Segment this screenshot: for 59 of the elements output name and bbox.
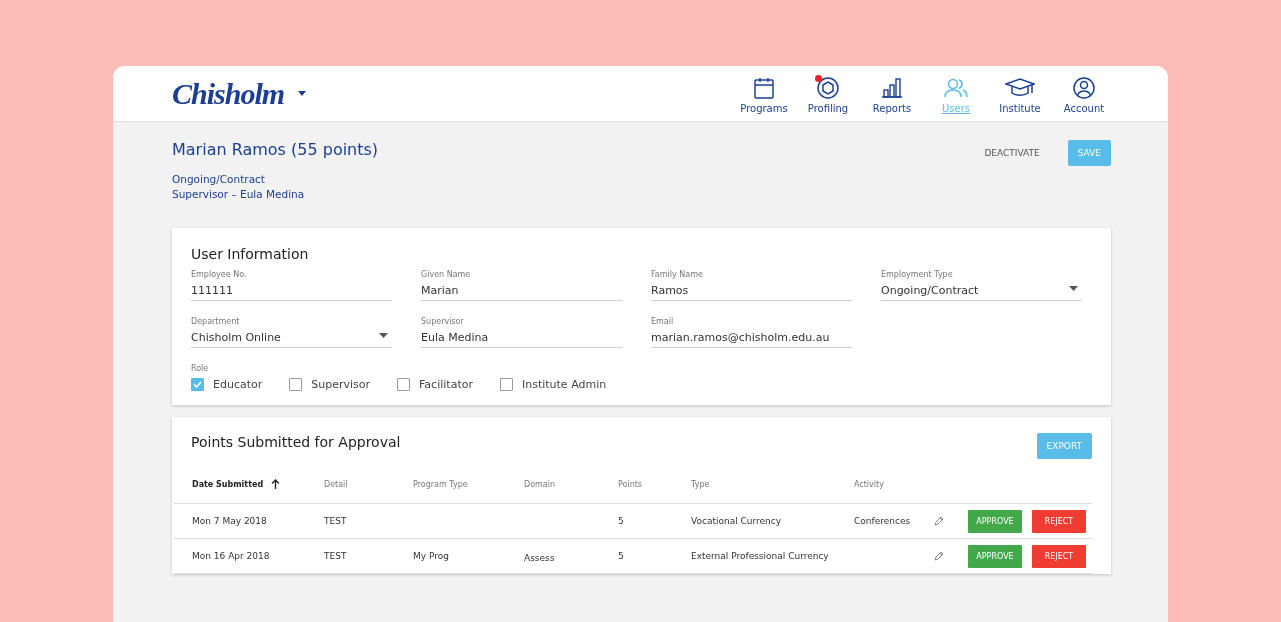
column-header[interactable]: Points bbox=[618, 479, 643, 489]
dropdown-arrow-icon bbox=[379, 333, 388, 338]
role-checkbox[interactable]: Institute Admin bbox=[499, 378, 607, 391]
sort-arrow-icon[interactable] bbox=[271, 479, 281, 489]
nav-item[interactable]: Account bbox=[1052, 73, 1116, 114]
form-field[interactable]: Employee No. 111111 bbox=[191, 270, 392, 301]
caret-icon[interactable] bbox=[298, 91, 307, 96]
profile-detail: Supervisor – Eula Medina bbox=[172, 187, 306, 202]
column-header[interactable]: Type bbox=[691, 479, 710, 489]
table-cell: TEST bbox=[324, 551, 347, 561]
table-cell: My Prog bbox=[413, 551, 449, 561]
form-field[interactable]: Supervisor Eula Medina bbox=[421, 317, 622, 348]
column-header[interactable]: Date Submitted bbox=[192, 479, 264, 489]
role-checkbox[interactable]: Facilitator bbox=[397, 378, 473, 391]
table-cell: Assess bbox=[524, 553, 555, 563]
panel-title: User Information bbox=[191, 246, 310, 262]
graduation-cap-icon bbox=[1005, 78, 1035, 98]
nav-item[interactable]: Programs bbox=[732, 73, 796, 114]
table-cell: Mon 7 May 2018 bbox=[192, 516, 267, 526]
bar-chart-icon bbox=[881, 78, 903, 98]
profile-detail: Ongoing/Contract bbox=[172, 172, 266, 187]
form-field[interactable]: Email marian.ramos@chisholm.edu.au bbox=[651, 317, 852, 348]
nav-item[interactable]: Profiling bbox=[796, 73, 860, 114]
nav-item[interactable]: Institute bbox=[988, 73, 1052, 114]
checkbox[interactable] bbox=[499, 378, 513, 391]
column-header[interactable]: Activity bbox=[854, 479, 884, 489]
role-checkbox[interactable]: Educator bbox=[191, 378, 263, 391]
reject-button[interactable]: REJECT bbox=[1032, 509, 1086, 533]
pencil-icon[interactable] bbox=[934, 516, 944, 526]
table-cell: Conferences bbox=[854, 516, 911, 526]
reject-button[interactable]: REJECT bbox=[1032, 544, 1086, 568]
role-label: Role bbox=[191, 364, 210, 373]
calendar-icon bbox=[754, 77, 774, 99]
form-field[interactable]: Department Chisholm Online bbox=[191, 317, 392, 348]
table-cell: TEST bbox=[324, 516, 347, 526]
checkbox[interactable] bbox=[397, 378, 411, 391]
dropdown-arrow-icon bbox=[1069, 286, 1078, 291]
role-checkbox[interactable]: Supervisor bbox=[289, 378, 371, 391]
account-icon bbox=[1073, 77, 1095, 99]
logo-wordmark[interactable]: Chisholm bbox=[172, 76, 285, 111]
checkbox[interactable] bbox=[191, 378, 204, 391]
column-header[interactable]: Detail bbox=[324, 479, 348, 489]
users-icon bbox=[944, 78, 968, 98]
table-cell: 5 bbox=[618, 516, 624, 526]
pencil-icon[interactable] bbox=[934, 551, 944, 561]
form-field[interactable]: Employment Type Ongoing/Contract bbox=[881, 270, 1082, 301]
form-field[interactable]: Given Name Marian bbox=[421, 270, 622, 301]
nav-item[interactable]: Reports bbox=[860, 73, 924, 114]
column-header[interactable]: Domain bbox=[524, 479, 556, 489]
column-header[interactable]: Program Type bbox=[413, 479, 468, 489]
checkbox[interactable] bbox=[289, 378, 303, 391]
table-cell: Vocational Currency bbox=[691, 516, 782, 526]
user-name-title: Marian Ramos (55 points) bbox=[172, 140, 379, 159]
table-cell: Mon 16 Apr 2018 bbox=[192, 551, 270, 561]
form-field[interactable]: Family Name Ramos bbox=[651, 270, 852, 301]
deactivate-button[interactable]: DEACTIVATE bbox=[978, 147, 1046, 159]
panel-title: Points Submitted for Approval bbox=[191, 434, 401, 450]
table-cell: 5 bbox=[618, 551, 624, 561]
table-cell: External Professional Currency bbox=[691, 551, 829, 561]
